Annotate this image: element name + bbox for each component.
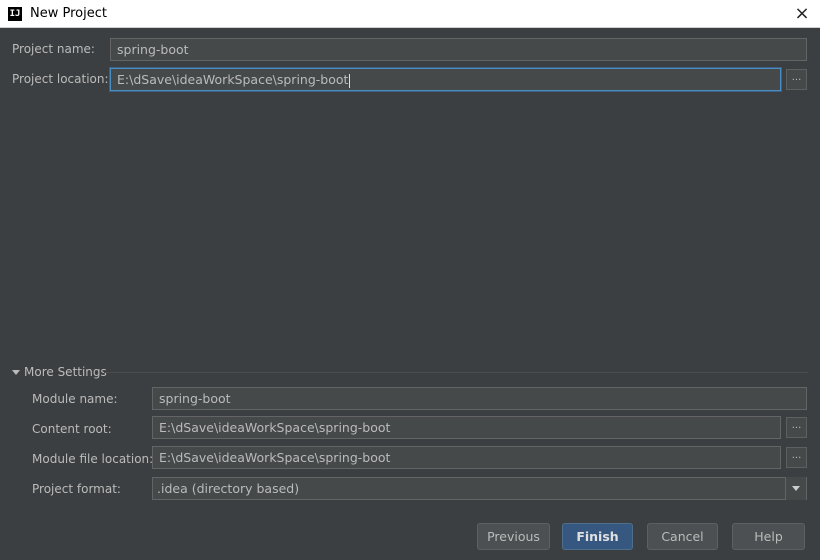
content-root-label: Content root:	[32, 422, 112, 436]
project-format-label: Project format:	[32, 482, 121, 496]
more-settings-label: More Settings	[24, 365, 107, 379]
expand-triangle-icon	[12, 369, 20, 375]
more-settings-toggle[interactable]: More Settings	[12, 365, 107, 379]
close-button[interactable]: ×	[792, 4, 812, 24]
window-title: New Project	[30, 6, 107, 21]
content-root-input[interactable]: E:\dSave\ideaWorkSpace\spring-boot	[152, 416, 781, 439]
project-location-browse-button[interactable]: ...	[786, 69, 807, 90]
help-button[interactable]: Help	[732, 523, 805, 550]
content-root-value: E:\dSave\ideaWorkSpace\spring-boot	[159, 420, 391, 435]
module-file-location-value: E:\dSave\ideaWorkSpace\spring-boot	[159, 450, 391, 465]
content-root-browse-button[interactable]: ...	[786, 417, 807, 438]
previous-button[interactable]: Previous	[477, 523, 550, 550]
project-location-label: Project location:	[12, 72, 109, 86]
project-format-select[interactable]: .idea (directory based)	[152, 477, 807, 500]
section-divider	[104, 372, 808, 373]
module-name-input[interactable]: spring-boot	[152, 387, 807, 410]
project-name-input[interactable]: spring-boot	[110, 38, 807, 61]
module-name-label: Module name:	[32, 392, 118, 406]
text-caret	[349, 73, 351, 88]
project-name-value: spring-boot	[117, 42, 189, 57]
title-bar: IJ New Project ×	[0, 0, 820, 28]
cancel-button[interactable]: Cancel	[647, 523, 718, 550]
project-location-input[interactable]: E:\dSave\ideaWorkSpace\spring-boot	[110, 68, 781, 91]
module-file-location-browse-button[interactable]: ...	[786, 447, 807, 468]
finish-button[interactable]: Finish	[562, 523, 633, 550]
module-file-location-input[interactable]: E:\dSave\ideaWorkSpace\spring-boot	[152, 446, 781, 469]
dropdown-arrow-icon[interactable]	[785, 477, 806, 500]
module-file-location-label: Module file location:	[32, 452, 154, 466]
project-format-value: .idea (directory based)	[157, 481, 300, 496]
module-name-value: spring-boot	[159, 391, 231, 406]
intellij-icon: IJ	[8, 7, 22, 21]
project-name-label: Project name:	[12, 42, 95, 56]
project-location-value: E:\dSave\ideaWorkSpace\spring-boot	[117, 72, 349, 87]
